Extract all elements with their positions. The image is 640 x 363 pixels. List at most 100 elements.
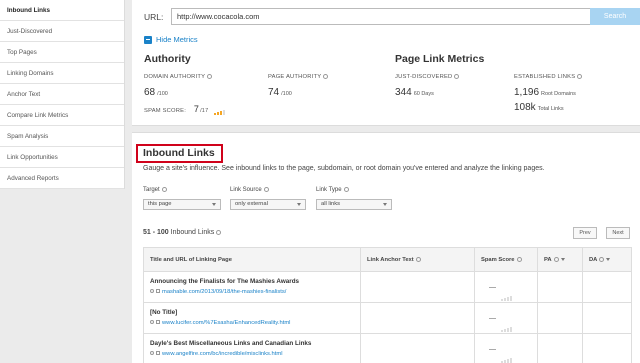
cell-anchor: [361, 334, 475, 363]
sidebar-item-just-discovered[interactable]: Just-Discovered: [0, 21, 124, 42]
cell-da: [583, 272, 633, 303]
sidebar-item-top-pages[interactable]: Top Pages: [0, 42, 124, 63]
sidebar-item-spam-analysis[interactable]: Spam Analysis: [0, 126, 124, 147]
col-pa[interactable]: PA: [538, 248, 583, 272]
sort-chevron-icon: [560, 257, 565, 261]
page-authority-value: 74/100: [268, 87, 292, 98]
sort-chevron-icon: [606, 257, 611, 261]
spam-bars: [501, 345, 513, 363]
search-icon[interactable]: [150, 320, 154, 325]
cell-da: [583, 334, 633, 363]
col-spam-score[interactable]: Spam Score: [475, 248, 538, 272]
spam-score-value: 7: [193, 104, 200, 114]
target-label: Target: [143, 187, 167, 193]
help-icon[interactable]: [415, 256, 421, 262]
next-button[interactable]: Next: [606, 227, 630, 239]
sidebar-item-advanced-reports[interactable]: Advanced Reports: [0, 168, 124, 189]
search-icon[interactable]: [150, 289, 154, 294]
url-input[interactable]: [171, 8, 618, 25]
sidebar-item-compare-link-metrics[interactable]: Compare Link Metrics: [0, 105, 124, 126]
main-content: URL: Search Hide Metrics Authority DOMAI…: [132, 0, 640, 363]
page-icon[interactable]: [156, 289, 160, 294]
col-anchor-text[interactable]: Link Anchor Text: [361, 248, 475, 272]
established-links-label: ESTABLISHED LINKS: [514, 74, 583, 80]
cell-pa: [538, 334, 583, 363]
root-domains-value: 1,196 Root Domains: [514, 87, 576, 98]
link-type-label: Link Type: [316, 187, 349, 193]
sidebar-item-link-opportunities[interactable]: Link Opportunities: [0, 147, 124, 168]
row-url-link[interactable]: www.angelfire.com/bc/incredible/misclink…: [150, 351, 283, 357]
help-icon[interactable]: [323, 74, 329, 79]
col-title-url: Title and URL of Linking Page: [144, 248, 361, 272]
total-links-value: 108k Total Links: [514, 102, 564, 113]
row-url-link[interactable]: www.lucifer.com/%7Esasha/EnhancedReality…: [150, 320, 290, 326]
link-source-label: Link Source: [230, 187, 269, 193]
inbound-links-title: Inbound Links: [143, 147, 215, 159]
inbound-links-description: Gauge a site's influence. See inbound li…: [143, 165, 545, 172]
cell-title-url: [No Title] www.lucifer.com/%7Esasha/Enha…: [144, 303, 361, 334]
cell-pa: [538, 303, 583, 334]
prev-button[interactable]: Prev: [573, 227, 597, 239]
sidebar: Inbound Links Just-Discovered Top Pages …: [0, 0, 125, 363]
row-url-link[interactable]: mashable.com/2013/09/18/the-mashies-fina…: [150, 289, 286, 295]
table-header: Title and URL of Linking Page Link Ancho…: [144, 248, 631, 272]
help-icon[interactable]: [207, 74, 213, 79]
cell-anchor: [361, 272, 475, 303]
help-icon[interactable]: [577, 74, 583, 79]
chevron-down-icon: [383, 203, 387, 206]
page-icon[interactable]: [156, 320, 160, 325]
row-title: [No Title]: [150, 309, 178, 316]
target-select[interactable]: this page: [143, 199, 221, 210]
spam-score-bars: [214, 105, 226, 116]
help-icon[interactable]: [263, 187, 269, 192]
inbound-links-card: Inbound Links Gauge a site's influence. …: [132, 132, 640, 363]
spam-bars: [501, 314, 513, 332]
collapse-icon: [144, 35, 152, 44]
page-icon[interactable]: [156, 351, 160, 356]
help-icon[interactable]: [161, 187, 167, 192]
hide-metrics-toggle[interactable]: Hide Metrics: [144, 35, 198, 44]
help-icon[interactable]: [516, 256, 522, 262]
search-icon[interactable]: [150, 351, 154, 356]
cell-anchor: [361, 303, 475, 334]
help-icon[interactable]: [599, 256, 605, 262]
sidebar-item-anchor-text[interactable]: Anchor Text: [0, 84, 124, 105]
url-label: URL:: [144, 12, 164, 22]
table-row: Dayle's Best Miscellaneous Links and Can…: [144, 334, 631, 363]
metrics-card: URL: Search Hide Metrics Authority DOMAI…: [132, 0, 640, 126]
page-authority-label: PAGE AUTHORITY: [268, 74, 329, 80]
sidebar-item-linking-domains[interactable]: Linking Domains: [0, 63, 124, 84]
search-button[interactable]: Search: [590, 8, 640, 25]
link-type-select[interactable]: all links: [316, 199, 392, 210]
help-icon[interactable]: [454, 74, 460, 79]
cell-da: [583, 303, 633, 334]
table-row: Announcing the Finalists for The Mashies…: [144, 272, 631, 303]
spam-score: SPAM SCORE: 7/17: [144, 104, 226, 116]
inbound-links-table: Title and URL of Linking Page Link Ancho…: [143, 247, 632, 363]
cell-title-url: Announcing the Finalists for The Mashies…: [144, 272, 361, 303]
domain-authority-value: 68/100: [144, 87, 168, 98]
chevron-down-icon: [297, 203, 301, 206]
sidebar-item-inbound-links[interactable]: Inbound Links: [0, 0, 124, 21]
cell-pa: [538, 272, 583, 303]
help-icon[interactable]: [216, 229, 222, 235]
help-icon[interactable]: [343, 187, 349, 192]
chevron-down-icon: [212, 203, 216, 206]
spam-bars: [501, 283, 513, 301]
spam-value: —: [489, 284, 496, 291]
help-icon[interactable]: [553, 256, 559, 262]
just-discovered-label: JUST-DISCOVERED: [395, 74, 460, 80]
page-link-metrics-title: Page Link Metrics: [395, 53, 485, 65]
sidebar-nav: Inbound Links Just-Discovered Top Pages …: [0, 0, 125, 189]
cell-title-url: Dayle's Best Miscellaneous Links and Can…: [144, 334, 361, 363]
authority-title: Authority: [144, 53, 191, 65]
cell-spam: —: [475, 334, 538, 363]
row-title: Dayle's Best Miscellaneous Links and Can…: [150, 340, 312, 347]
hide-metrics-label: Hide Metrics: [156, 35, 198, 44]
spam-value: —: [489, 346, 496, 353]
spam-value: —: [489, 315, 496, 322]
col-da[interactable]: DA: [583, 248, 633, 272]
cell-spam: —: [475, 303, 538, 334]
results-count: 51 - 100 Inbound Links: [143, 229, 222, 236]
link-source-select[interactable]: only external: [230, 199, 306, 210]
